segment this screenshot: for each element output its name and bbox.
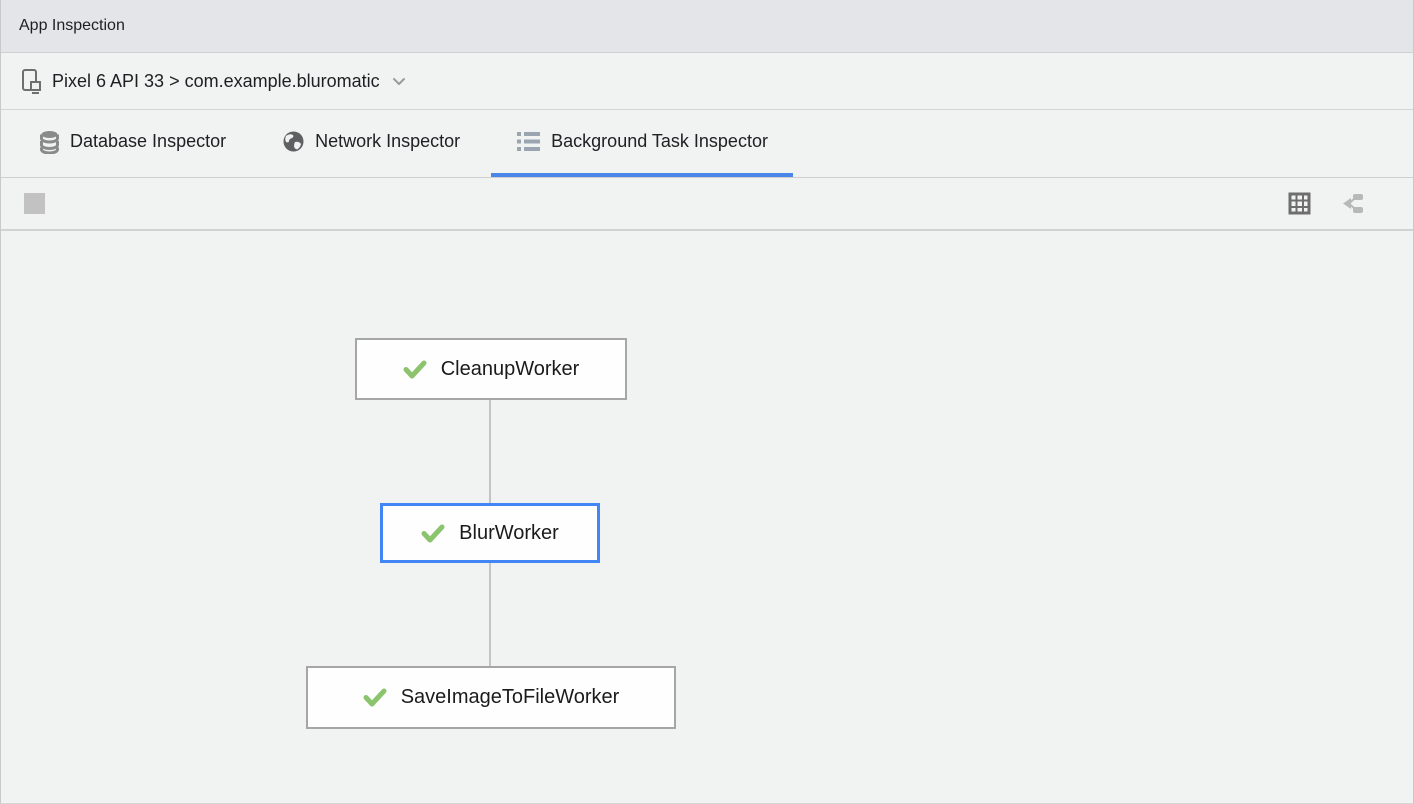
worker-node-label: BlurWorker [459,522,559,545]
globe-icon [282,130,305,153]
tab-database-inspector[interactable]: Database Inspector [14,110,251,177]
list-icon [516,131,541,152]
tab-label: Database Inspector [70,131,226,152]
database-icon [39,130,60,154]
tab-label: Network Inspector [315,131,460,152]
worker-node-label: CleanupWorker [441,358,580,381]
device-phone-icon [21,68,43,95]
graph-view-icon [1340,192,1365,215]
tab-background-task-inspector[interactable]: Background Task Inspector [491,110,793,177]
worker-node-label: SaveImageToFileWorker [401,686,620,709]
app-inspection-panel: App Inspection Pixel 6 API 33 > com.exam… [0,0,1414,804]
edge-blur-to-save [489,563,491,666]
device-process-label: Pixel 6 API 33 > com.example.bluromatic [52,71,380,92]
tab-network-inspector[interactable]: Network Inspector [257,110,485,177]
stop-icon [24,193,45,214]
check-success-icon [403,360,427,379]
check-success-icon [421,524,445,543]
edge-cleanup-to-blur [489,400,491,503]
inspector-toolbar [1,178,1413,231]
inspector-tab-bar: Database Inspector Network Inspector [1,110,1413,178]
panel-title-bar: App Inspection [1,0,1413,53]
tab-label: Background Task Inspector [551,131,768,152]
graph-view-button[interactable] [1340,192,1365,215]
check-success-icon [363,688,387,707]
device-selector-bar[interactable]: Pixel 6 API 33 > com.example.bluromatic [1,53,1413,110]
worker-node-cleanupworker[interactable]: CleanupWorker [355,338,627,400]
work-graph-canvas[interactable]: CleanupWorker BlurWorker SaveImageToFile… [1,231,1413,803]
view-mode-buttons [1288,192,1365,215]
panel-title: App Inspection [19,17,125,35]
worker-node-saveimagetofileworker[interactable]: SaveImageToFileWorker [306,666,676,729]
table-view-button[interactable] [1288,192,1311,215]
worker-node-blurworker[interactable]: BlurWorker [380,503,600,563]
stop-inspector-button[interactable] [24,193,45,214]
table-view-icon [1288,192,1311,215]
chevron-down-icon [392,77,406,86]
